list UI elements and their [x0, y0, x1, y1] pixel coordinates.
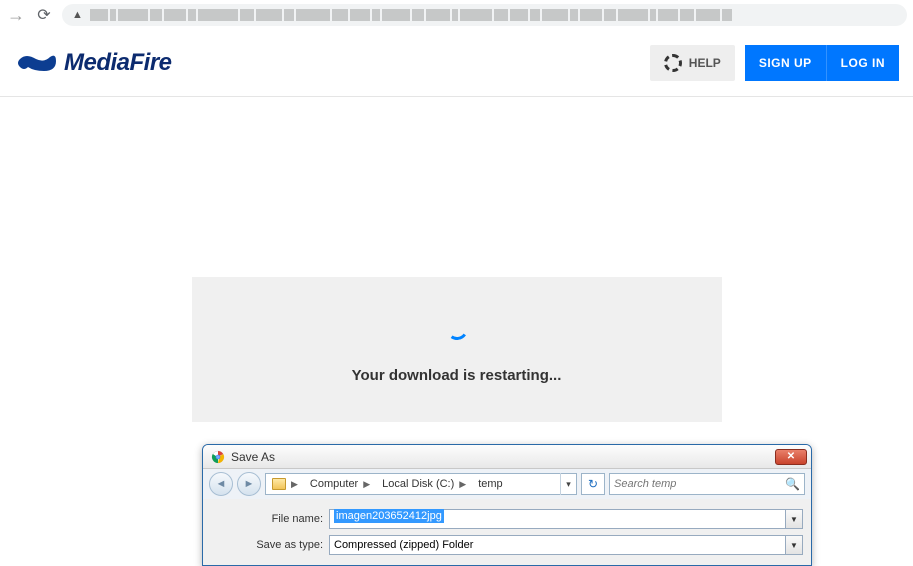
- savetype-label: Save as type:: [211, 539, 329, 551]
- folder-icon: [272, 478, 286, 490]
- browser-reload-button[interactable]: ⟳: [34, 5, 54, 25]
- help-label: HELP: [689, 56, 721, 70]
- chrome-app-icon: [211, 450, 225, 464]
- help-ring-icon: [664, 54, 682, 72]
- filename-input[interactable]: imagen203652412jpg: [329, 509, 786, 529]
- loading-spinner-icon: [444, 316, 469, 341]
- breadcrumb-seg[interactable]: Computer: [310, 478, 358, 490]
- savetype-dropdown[interactable]: ▼: [786, 535, 803, 555]
- dialog-nav-back[interactable]: ◄: [209, 472, 233, 496]
- login-button[interactable]: LOG IN: [826, 45, 899, 81]
- browser-url-bar[interactable]: ▲: [62, 4, 907, 26]
- download-status-card: Your download is restarting...: [192, 277, 722, 422]
- url-obscured: [90, 6, 903, 24]
- breadcrumb-seg[interactable]: temp: [478, 478, 502, 490]
- dialog-search-input[interactable]: [614, 478, 785, 490]
- filename-label: File name:: [211, 513, 329, 525]
- dialog-search-box[interactable]: 🔍: [609, 473, 805, 495]
- browser-back-button[interactable]: →: [6, 5, 26, 26]
- savetype-select[interactable]: Compressed (zipped) Folder: [329, 535, 786, 555]
- flame-icon: [14, 49, 58, 77]
- help-button[interactable]: HELP: [650, 45, 735, 81]
- save-as-dialog: Save As ✕ ◄ ► ▶ Computer▶ Local Disk (C:…: [202, 444, 812, 566]
- signup-button[interactable]: SIGN UP: [745, 45, 826, 81]
- dialog-title: Save As: [231, 450, 775, 464]
- breadcrumb-bar[interactable]: ▶ Computer▶ Local Disk (C:)▶ temp ▾: [265, 473, 577, 495]
- breadcrumb-seg[interactable]: Local Disk (C:): [382, 478, 454, 490]
- site-header: MediaFire HELP SIGN UP LOG IN: [0, 30, 913, 97]
- search-icon: 🔍: [785, 477, 800, 491]
- dialog-title-bar[interactable]: Save As ✕: [203, 445, 811, 469]
- dialog-refresh-button[interactable]: ↻: [581, 473, 605, 495]
- brand-logo[interactable]: MediaFire: [14, 49, 172, 77]
- download-message: Your download is restarting...: [352, 367, 562, 384]
- dialog-nav-forward[interactable]: ►: [237, 472, 261, 496]
- dialog-close-button[interactable]: ✕: [775, 449, 807, 465]
- filename-dropdown[interactable]: ▼: [786, 509, 803, 529]
- breadcrumb-dropdown[interactable]: ▾: [560, 473, 576, 495]
- site-lock-icon: ▲: [72, 9, 83, 21]
- brand-name: MediaFire: [64, 49, 172, 77]
